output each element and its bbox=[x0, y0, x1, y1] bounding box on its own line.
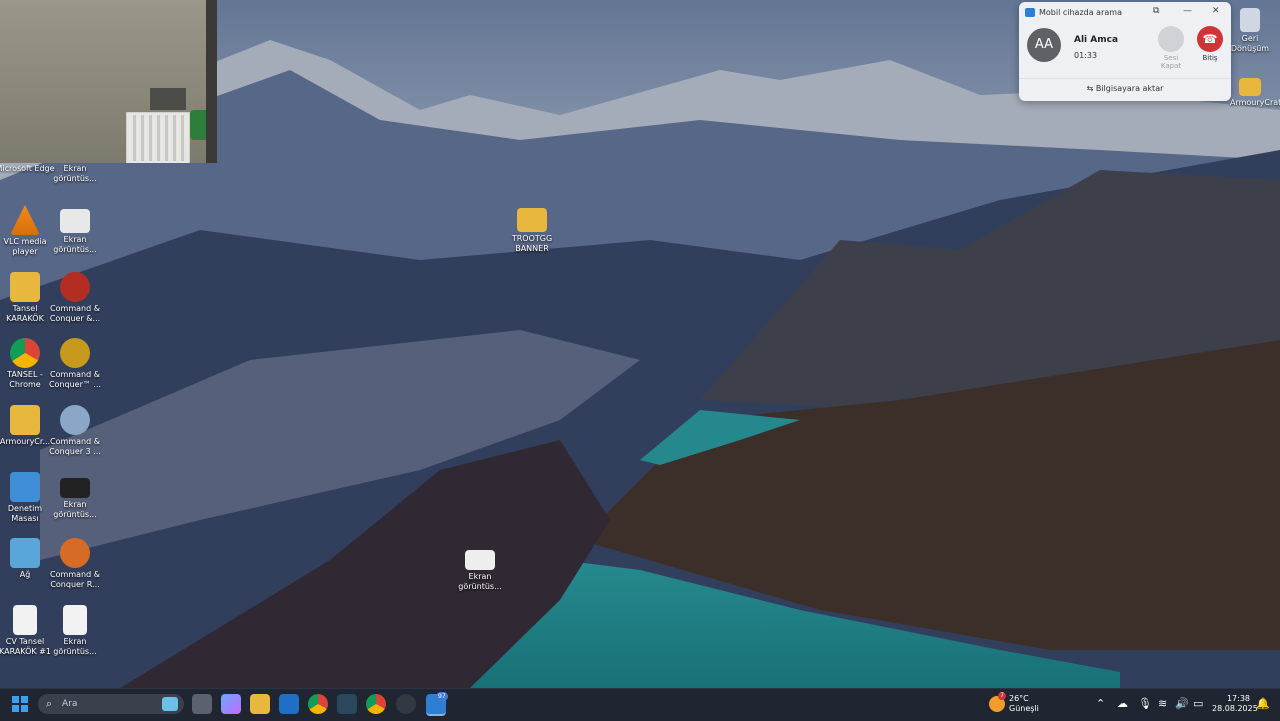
image-file-icon bbox=[60, 209, 90, 233]
chevron-up-icon[interactable]: ⌃ bbox=[1096, 697, 1105, 710]
steam-icon[interactable] bbox=[337, 694, 357, 714]
game-icon bbox=[60, 405, 90, 435]
desktop-icon-label: Ekran görüntüs... bbox=[53, 500, 97, 519]
document-icon bbox=[13, 605, 37, 635]
webcam-edge bbox=[206, 0, 217, 163]
folder-icon bbox=[10, 405, 40, 435]
desktop-icon-armourycrate[interactable]: ArmouryCrate bbox=[1230, 78, 1280, 108]
app-icon[interactable] bbox=[396, 694, 416, 714]
desktop-icon-label: TROOTGG BANNER bbox=[511, 234, 553, 253]
clock-time: 17:38 bbox=[1226, 694, 1250, 703]
call-popup: Mobil cihazda arama ⧉ — ✕ AA Ali Amca 01… bbox=[1019, 2, 1231, 101]
weather-description: Güneşli bbox=[1009, 704, 1039, 713]
clock-date: 28.08.2025 bbox=[1212, 704, 1258, 713]
desktop-icon-label: TANSEL - Chrome bbox=[7, 370, 43, 389]
desktop-icon-recycle-bin[interactable]: Geri Dönüşüm bbox=[1230, 8, 1270, 54]
desktop-icon-command-conquer-3-alt[interactable]: Command & Conquer 3 ... bbox=[44, 405, 106, 457]
call-duration: 01:33 bbox=[1074, 51, 1098, 60]
call-popup-title: Mobil cihazda arama bbox=[1039, 8, 1122, 17]
minimize-button[interactable]: — bbox=[1183, 6, 1192, 16]
desktop-icon-command-conquer-2[interactable]: Command & Conquer™ ... bbox=[44, 338, 106, 390]
image-file-icon bbox=[60, 478, 90, 498]
desktop-icon-screenshot-4[interactable]: Ekran görüntüs... bbox=[44, 605, 106, 657]
game-icon bbox=[60, 272, 90, 302]
search-icon: ⌕ bbox=[46, 697, 53, 710]
folder-icon bbox=[517, 208, 547, 232]
document-icon bbox=[63, 605, 87, 635]
notification-badge: 97 bbox=[436, 692, 448, 701]
desktop-icon-label: Command & Conquer™ ... bbox=[48, 370, 102, 389]
avatar: AA bbox=[1027, 28, 1061, 62]
game-icon bbox=[60, 538, 90, 568]
webcam-preview bbox=[0, 0, 217, 163]
desktop-icon-screenshot-3[interactable]: Ekran görüntüs... bbox=[44, 472, 106, 520]
desktop-icon-label: Ekran görüntüs... bbox=[53, 235, 97, 254]
search-highlight-icon bbox=[162, 697, 178, 711]
desktop-icon-label: Command & Conquer 3 ... bbox=[49, 437, 101, 456]
end-call-label: Bitiş bbox=[1202, 54, 1218, 62]
battery-icon[interactable]: ▭ bbox=[1193, 697, 1203, 710]
desktop-icon-label: Denetim Masası bbox=[7, 504, 43, 523]
close-button[interactable]: ✕ bbox=[1212, 6, 1220, 16]
taskbar-search[interactable]: ⌕ Ara bbox=[38, 694, 184, 714]
desktop-icon-label: Ekran görüntüs... bbox=[53, 637, 97, 656]
system-clock[interactable]: 17:38 28.08.2025 bbox=[1212, 694, 1258, 714]
vlc-icon bbox=[10, 205, 40, 235]
weather-widget[interactable]: 26°C Güneşli bbox=[1009, 694, 1039, 714]
desktop-icon-screenshot-5[interactable]: Ekran görüntüs... bbox=[449, 550, 511, 592]
recycle-bin-icon bbox=[1240, 8, 1260, 32]
desktop-icon-command-conquer-3[interactable]: Command & Conquer &... bbox=[44, 272, 106, 324]
desktop-icon-trootgg-banner[interactable]: TROOTGG BANNER bbox=[501, 208, 563, 254]
webcam-radiator bbox=[126, 112, 190, 163]
task-view-icon[interactable] bbox=[192, 694, 212, 714]
outlook-icon[interactable] bbox=[279, 694, 299, 714]
chrome-profile-icon[interactable] bbox=[366, 694, 386, 714]
desktop-icon-label: ArmouryCr... bbox=[0, 437, 51, 446]
desktop-icon-label: Command & Conquer &... bbox=[49, 304, 101, 323]
search-placeholder: Ara bbox=[62, 699, 78, 709]
desktop-icon-label: Ekran görüntüs... bbox=[53, 164, 97, 183]
user-folder-icon bbox=[10, 272, 40, 302]
notification-bell-icon[interactable]: 🔔 bbox=[1256, 697, 1270, 710]
network-icon bbox=[10, 538, 40, 568]
mute-button[interactable] bbox=[1158, 26, 1184, 52]
webcam-cabinet bbox=[150, 88, 186, 110]
copilot-icon[interactable] bbox=[221, 694, 241, 714]
mute-label: Sesi Kapat bbox=[1160, 54, 1182, 70]
compact-mode-icon[interactable]: ⧉ bbox=[1153, 6, 1159, 16]
cloud-icon[interactable]: ☁ bbox=[1117, 697, 1128, 710]
phone-link-icon bbox=[1025, 8, 1035, 17]
transfer-label: Bilgisayara aktar bbox=[1095, 84, 1164, 93]
caller-name: Ali Amca bbox=[1074, 35, 1119, 45]
phone-hangup-icon: ☎ bbox=[1202, 32, 1218, 46]
control-panel-icon bbox=[10, 472, 40, 502]
game-icon bbox=[60, 338, 90, 368]
desktop-icon-label: Command & Conquer R... bbox=[50, 570, 100, 589]
folder-icon bbox=[1239, 78, 1261, 96]
desktop-icon-label: Ağ bbox=[19, 570, 31, 579]
chrome-icon[interactable] bbox=[308, 694, 328, 714]
microphone-icon[interactable]: 🎙 bbox=[1138, 697, 1152, 710]
weather-temperature: 26°C bbox=[1009, 694, 1029, 703]
start-button[interactable] bbox=[12, 696, 28, 712]
image-file-icon bbox=[465, 550, 495, 570]
desktop-icon-screenshot-2[interactable]: Ekran görüntüs... bbox=[44, 205, 106, 255]
end-call-button[interactable]: ☎ bbox=[1197, 26, 1223, 52]
weather-badge: 7 bbox=[998, 692, 1006, 700]
desktop-icon-screenshot-1[interactable]: Ekran görüntüs... bbox=[44, 164, 106, 184]
volume-icon[interactable]: 🔊 bbox=[1175, 697, 1189, 710]
desktop-icon-label: VLC media player bbox=[3, 237, 47, 256]
desktop-icon-label: ArmouryCrate bbox=[1230, 98, 1280, 107]
file-explorer-icon[interactable] bbox=[250, 694, 270, 714]
transfer-to-pc-button[interactable]: ⇆ Bilgisayara aktar bbox=[1019, 78, 1231, 93]
chrome-icon bbox=[10, 338, 40, 368]
desktop-icon-label: Geri Dönüşüm bbox=[1230, 34, 1270, 53]
desktop-icon-command-conquer-r[interactable]: Command & Conquer R... bbox=[44, 538, 106, 590]
desktop-icon-label: Ekran görüntüs... bbox=[458, 572, 502, 591]
transfer-icon: ⇆ bbox=[1086, 84, 1096, 93]
desktop-icon-label: Tansel KARAKÖK bbox=[6, 304, 44, 323]
wifi-icon[interactable]: ≋ bbox=[1158, 697, 1167, 710]
